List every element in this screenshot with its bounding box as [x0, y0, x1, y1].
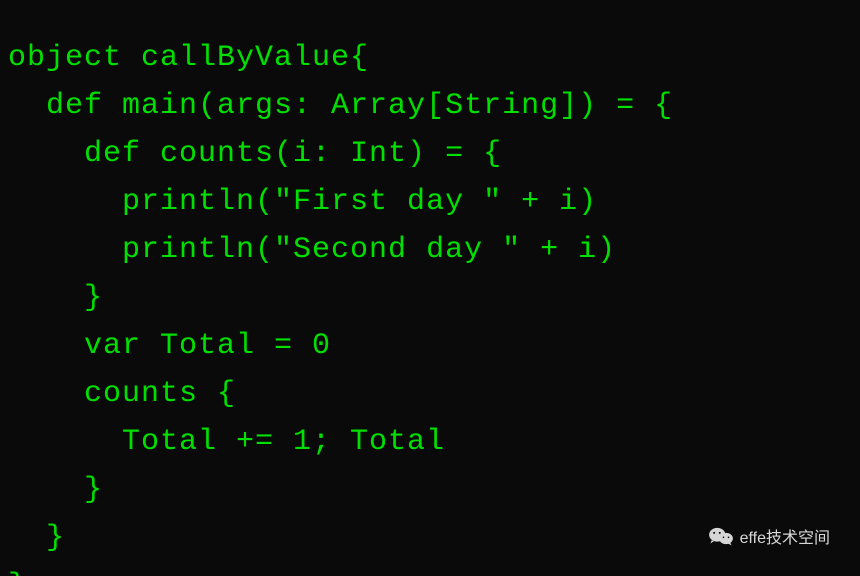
code-block: object callByValue{ def main(args: Array… [0, 30, 860, 576]
watermark: effe技术空间 [708, 524, 830, 548]
wechat-icon [708, 526, 734, 546]
watermark-text: effe技术空间 [740, 524, 830, 548]
